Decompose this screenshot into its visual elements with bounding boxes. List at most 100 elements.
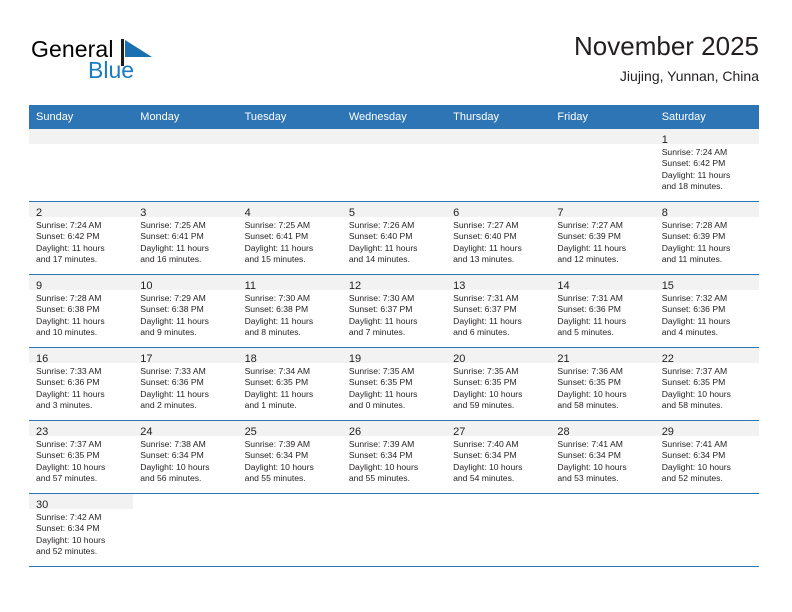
day-details: Sunrise: 7:42 AM Sunset: 6:34 PM Daylight:… <box>29 509 133 558</box>
day-number-band: 26 <box>341 421 447 438</box>
sunrise-time: Sunrise: 7:25 AM <box>244 220 311 230</box>
daylight-duration-line1: Daylight: 11 hours <box>661 315 731 326</box>
day-details: Sunrise: 7:27 AM Sunset: 6:40 PM Daylight:… <box>446 217 550 266</box>
day-cell[interactable]: 15 Sunrise: 7:32 AM Sunset: 6:36 PM Dayligh… <box>654 275 759 347</box>
day-number: 9 <box>36 280 43 292</box>
empty-day-cell <box>550 129 655 201</box>
weekday-header-saturday: Saturday <box>654 105 759 129</box>
day-cell[interactable]: 5 Sunrise: 7:26 AM Sunset: 6:40 PM Daylight… <box>341 202 447 274</box>
calendar-cell: 26 Sunrise: 7:39 AM Sunset: 6:34 PM Dayligh… <box>341 421 447 494</box>
day-cell[interactable]: 21 Sunrise: 7:36 AM Sunset: 6:35 PM Dayligh… <box>550 348 655 420</box>
sunset-time: Sunset: 6:36 PM <box>140 377 204 388</box>
sunset-time: Sunset: 6:40 PM <box>348 231 413 242</box>
day-cell[interactable]: 1 Sunrise: 7:24 AM Sunset: 6:42 PM Daylight… <box>654 129 759 201</box>
weekday-header-friday: Friday <box>550 105 655 129</box>
sunrise-time: Sunrise: 7:30 AM <box>348 293 415 303</box>
daylight-duration-line2: and 54 minutes. <box>453 473 515 484</box>
day-cell[interactable]: 19 Sunrise: 7:35 AM Sunset: 6:35 PM Dayligh… <box>341 348 447 420</box>
day-cell[interactable]: 8 Sunrise: 7:28 AM Sunset: 6:39 PM Daylight… <box>654 202 759 274</box>
empty-day-cell <box>655 494 759 566</box>
day-details: Sunrise: 7:29 AM Sunset: 6:38 PM Daylight:… <box>133 290 237 339</box>
day-cell[interactable]: 9 Sunrise: 7:28 AM Sunset: 6:38 PM Daylight… <box>29 275 134 347</box>
sunrise-time: Sunrise: 7:39 AM <box>348 439 415 449</box>
day-cell[interactable]: 17 Sunrise: 7:33 AM Sunset: 6:36 PM Dayligh… <box>133 348 238 420</box>
daylight-duration-line2: and 3 minutes. <box>36 400 93 411</box>
day-cell[interactable]: 4 Sunrise: 7:25 AM Sunset: 6:41 PM Daylight… <box>237 202 342 274</box>
day-cell[interactable]: 27 Sunrise: 7:40 AM Sunset: 6:34 PM Dayligh… <box>446 421 551 493</box>
daylight-duration-line1: Daylight: 11 hours <box>453 242 522 253</box>
calendar-cell: 14 Sunrise: 7:31 AM Sunset: 6:36 PM Dayligh… <box>550 275 655 348</box>
day-number-band: 2 <box>29 202 134 219</box>
day-cell[interactable]: 3 Sunrise: 7:25 AM Sunset: 6:41 PM Daylight… <box>133 202 238 274</box>
day-number: 1 <box>661 134 668 146</box>
day-number: 26 <box>348 426 362 438</box>
calendar-cell: 23 Sunrise: 7:37 AM Sunset: 6:35 PM Dayligh… <box>29 421 134 494</box>
day-cell[interactable]: 29 Sunrise: 7:41 AM Sunset: 6:34 PM Dayligh… <box>654 421 759 493</box>
day-number-band: 10 <box>133 275 238 292</box>
daylight-duration-line2: and 59 minutes. <box>453 400 515 411</box>
sunset-time: Sunset: 6:36 PM <box>661 304 726 315</box>
day-cell[interactable]: 26 Sunrise: 7:39 AM Sunset: 6:34 PM Dayligh… <box>341 421 447 493</box>
day-cell[interactable]: 12 Sunrise: 7:30 AM Sunset: 6:37 PM Dayligh… <box>341 275 447 347</box>
calendar-cell: 3 Sunrise: 7:25 AM Sunset: 6:41 PM Daylight… <box>133 202 238 275</box>
day-number: 11 <box>244 280 256 292</box>
day-number-band: 6 <box>446 202 551 219</box>
day-cell[interactable]: 7 Sunrise: 7:27 AM Sunset: 6:39 PM Daylight… <box>550 202 655 274</box>
day-number-band <box>29 129 134 144</box>
day-cell[interactable]: 2 Sunrise: 7:24 AM Sunset: 6:42 PM Daylight… <box>29 202 134 274</box>
daylight-duration-line1: Daylight: 10 hours <box>348 461 419 472</box>
day-details: Sunrise: 7:40 AM Sunset: 6:34 PM Daylight:… <box>446 436 550 485</box>
day-number: 6 <box>453 207 460 219</box>
day-number: 28 <box>557 426 570 438</box>
day-number: 13 <box>453 280 466 292</box>
day-details: Sunrise: 7:35 AM Sunset: 6:35 PM Daylight:… <box>342 363 446 412</box>
daylight-duration-line2: and 18 minutes. <box>661 181 723 192</box>
general-blue-logo[interactable]: General Blue <box>29 36 219 96</box>
day-number-band: 29 <box>654 421 759 438</box>
day-cell[interactable]: 11 Sunrise: 7:30 AM Sunset: 6:38 PM Dayligh… <box>237 275 342 347</box>
day-cell[interactable]: 6 Sunrise: 7:27 AM Sunset: 6:40 PM Daylight… <box>446 202 551 274</box>
day-cell[interactable]: 14 Sunrise: 7:31 AM Sunset: 6:36 PM Dayligh… <box>550 275 655 347</box>
day-cell[interactable]: 24 Sunrise: 7:38 AM Sunset: 6:34 PM Dayligh… <box>133 421 238 493</box>
daylight-duration-line2: and 8 minutes. <box>244 327 301 338</box>
day-details: Sunrise: 7:37 AM Sunset: 6:35 PM Daylight:… <box>29 436 133 485</box>
day-cell[interactable]: 10 Sunrise: 7:29 AM Sunset: 6:38 PM Dayligh… <box>133 275 238 347</box>
daylight-duration-line2: and 2 minutes. <box>140 400 197 411</box>
day-cell[interactable]: 30 Sunrise: 7:42 AM Sunset: 6:34 PM Dayligh… <box>29 494 134 566</box>
day-cell[interactable]: 18 Sunrise: 7:34 AM Sunset: 6:35 PM Dayligh… <box>237 348 342 420</box>
calendar-cell: 13 Sunrise: 7:31 AM Sunset: 6:37 PM Dayligh… <box>446 275 551 348</box>
daylight-duration-line2: and 58 minutes. <box>557 400 619 411</box>
day-number-band <box>446 129 551 144</box>
empty-day-cell <box>29 129 134 201</box>
calendar-cell: 28 Sunrise: 7:41 AM Sunset: 6:34 PM Dayligh… <box>550 421 655 494</box>
sunset-time: Sunset: 6:35 PM <box>36 450 100 461</box>
calendar-cell <box>550 129 655 202</box>
title-block: November 2025 Jiujing, Yunnan, China <box>574 30 759 86</box>
day-cell[interactable]: 16 Sunrise: 7:33 AM Sunset: 6:36 PM Dayligh… <box>29 348 134 420</box>
sunset-time: Sunset: 6:35 PM <box>453 377 517 388</box>
page-title: November 2025 <box>574 31 759 61</box>
day-number-band <box>446 494 550 509</box>
day-cell[interactable]: 23 Sunrise: 7:37 AM Sunset: 6:35 PM Dayligh… <box>29 421 134 493</box>
calendar-cell <box>550 494 654 567</box>
calendar-cell: 12 Sunrise: 7:30 AM Sunset: 6:37 PM Dayligh… <box>341 275 447 348</box>
day-cell[interactable]: 22 Sunrise: 7:37 AM Sunset: 6:35 PM Dayligh… <box>654 348 759 420</box>
day-number: 14 <box>557 280 570 292</box>
day-number: 23 <box>36 426 49 438</box>
calendar-week-row: 1 Sunrise: 7:24 AM Sunset: 6:42 PM Daylight… <box>29 129 759 202</box>
day-number-band: 12 <box>341 275 447 292</box>
day-number: 15 <box>661 280 674 292</box>
day-cell[interactable]: 20 Sunrise: 7:35 AM Sunset: 6:35 PM Dayligh… <box>446 348 551 420</box>
day-number-band <box>237 129 342 144</box>
day-number-band: 22 <box>654 348 759 365</box>
day-number: 30 <box>36 499 49 511</box>
calendar-week-row: 30 Sunrise: 7:42 AM Sunset: 6:34 PM Dayligh… <box>29 494 759 567</box>
day-cell[interactable]: 28 Sunrise: 7:41 AM Sunset: 6:34 PM Dayligh… <box>550 421 655 493</box>
calendar-cell: 25 Sunrise: 7:39 AM Sunset: 6:34 PM Dayligh… <box>237 421 342 494</box>
daylight-duration-line2: and 7 minutes. <box>348 327 406 338</box>
day-cell[interactable]: 25 Sunrise: 7:39 AM Sunset: 6:34 PM Dayligh… <box>237 421 342 493</box>
daylight-duration-line1: Daylight: 11 hours <box>244 242 314 253</box>
day-number: 2 <box>36 207 43 219</box>
day-cell[interactable]: 13 Sunrise: 7:31 AM Sunset: 6:37 PM Dayligh… <box>446 275 551 347</box>
day-details: Sunrise: 7:30 AM Sunset: 6:37 PM Daylight:… <box>342 290 446 339</box>
